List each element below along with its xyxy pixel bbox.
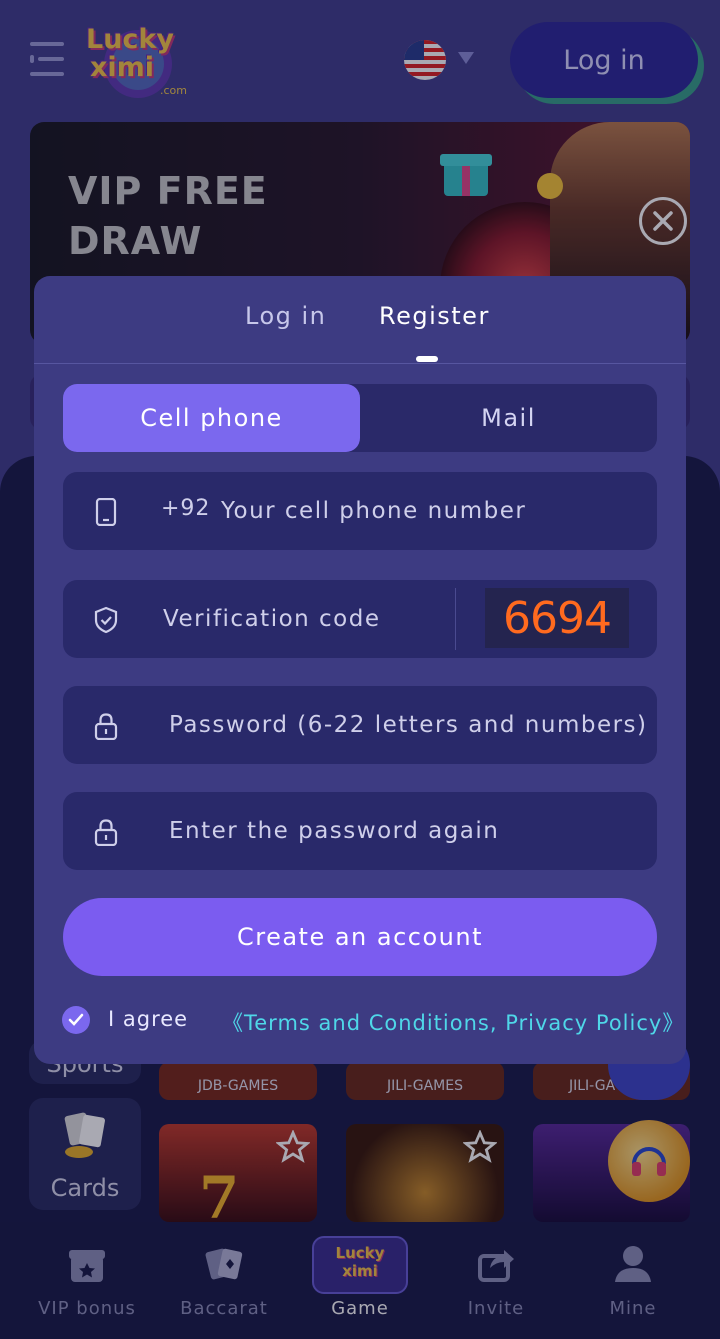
tab-register[interactable]: Register — [379, 302, 490, 330]
modal-tabs: Log in Register — [34, 276, 686, 364]
segment-mail[interactable]: Mail — [360, 384, 657, 452]
agree-checkbox[interactable] — [62, 1006, 90, 1034]
shield-check-icon — [94, 606, 118, 634]
tab-login[interactable]: Log in — [245, 302, 326, 330]
captcha-image[interactable]: 6694 — [485, 588, 629, 648]
password-field — [63, 686, 657, 764]
register-method-toggle: Cell phone Mail — [63, 384, 657, 452]
terms-privacy-link[interactable]: 《Terms and Conditions, Privacy Policy》 — [222, 1007, 684, 1037]
confirm-password-field — [63, 792, 657, 870]
phone-field: +92 — [63, 472, 657, 550]
agree-label: I agree — [108, 1007, 189, 1031]
verification-field: 6694 — [63, 580, 657, 658]
phone-input[interactable] — [221, 472, 641, 550]
lock-icon — [94, 819, 118, 846]
check-icon — [68, 1013, 84, 1026]
terms-agreement: I agree 《Terms and Conditions, Privacy P… — [62, 1006, 683, 1036]
register-modal: Log in Register Cell phone Mail +92 6694 — [34, 276, 686, 1064]
verification-input[interactable] — [163, 580, 443, 658]
phone-icon — [95, 498, 117, 526]
create-account-button[interactable]: Create an account — [63, 898, 657, 976]
confirm-password-input[interactable] — [169, 792, 649, 870]
lock-icon — [94, 713, 118, 740]
segment-cell-phone[interactable]: Cell phone — [63, 384, 360, 452]
divider — [455, 588, 456, 650]
password-input[interactable] — [169, 686, 649, 764]
active-tab-indicator — [416, 356, 438, 362]
country-code[interactable]: +92 — [161, 496, 210, 521]
